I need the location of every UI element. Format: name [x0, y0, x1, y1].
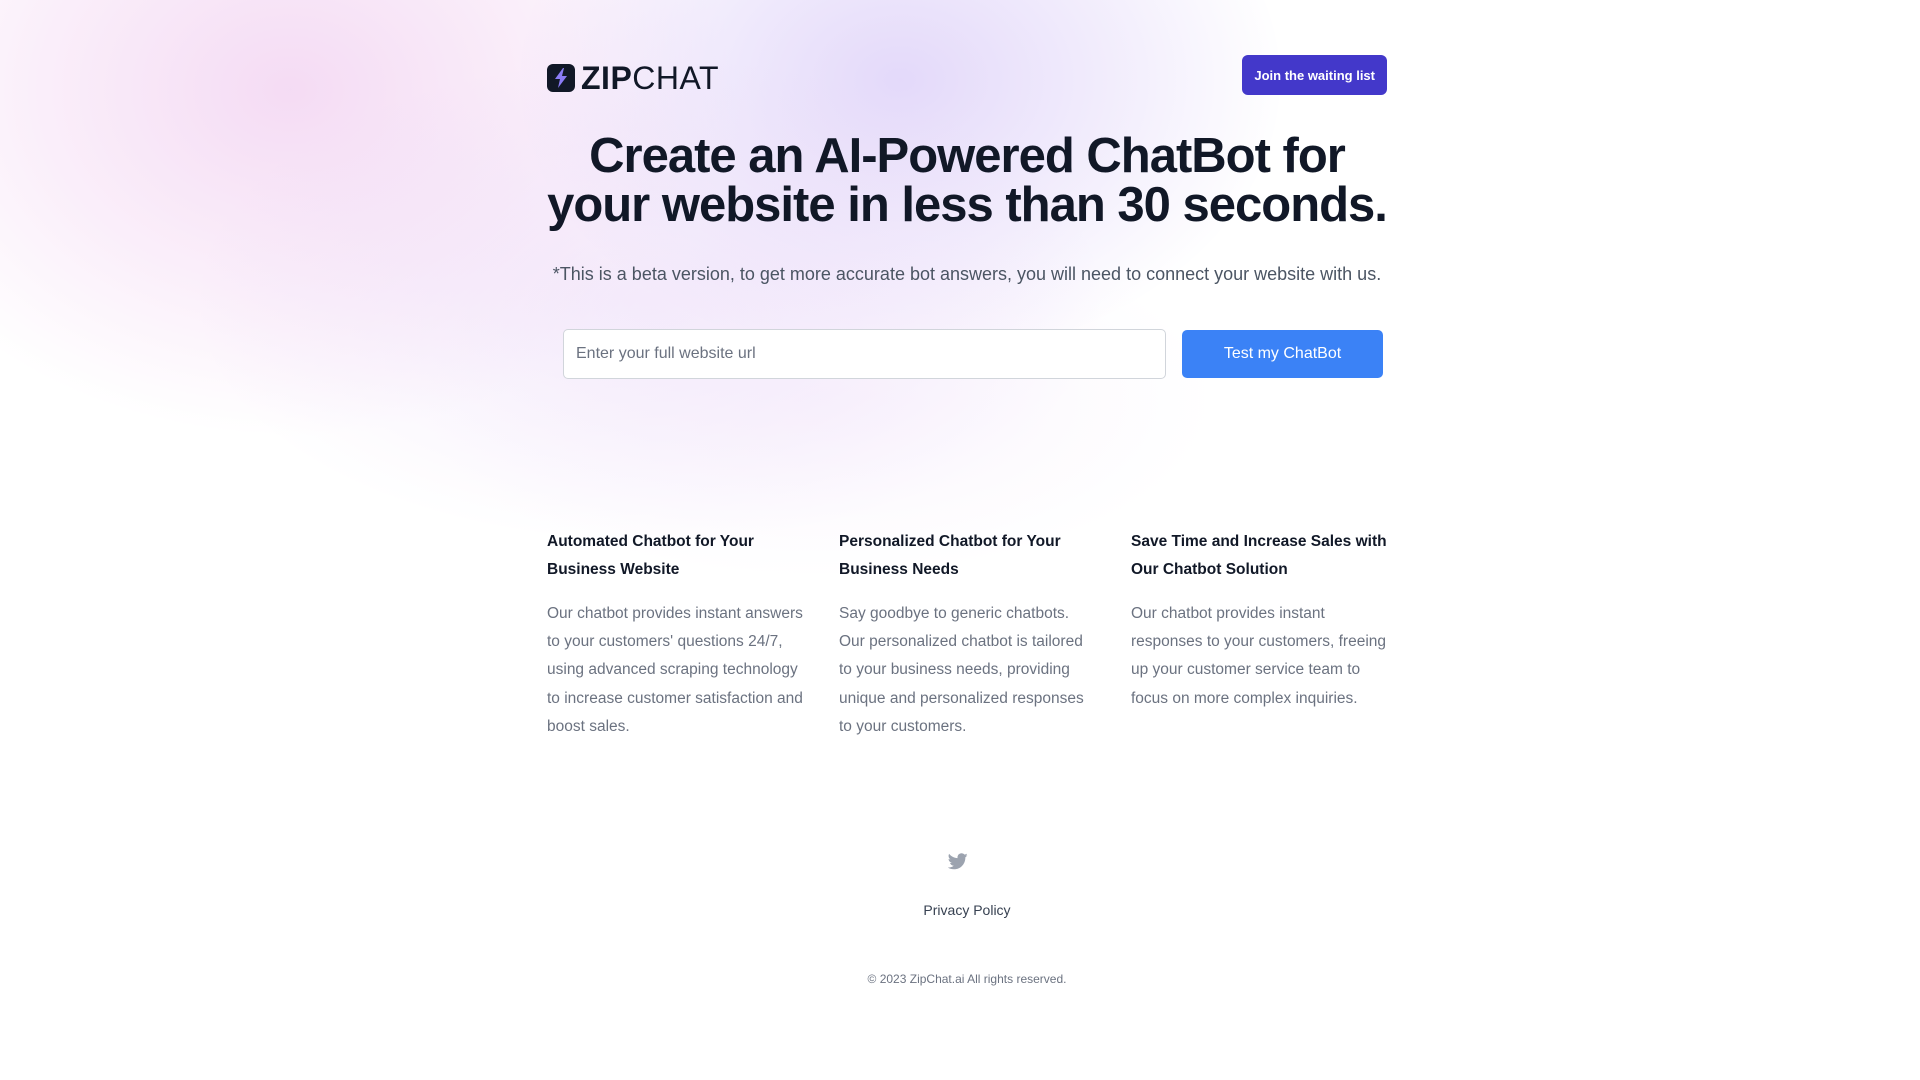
lightning-bolt-icon — [547, 64, 575, 92]
feature-title: Personalized Chatbot for Your Business N… — [839, 533, 1061, 578]
test-chatbot-button[interactable]: Test my ChatBot — [1182, 330, 1383, 378]
logo-wordmark: ZIPCHAT — [581, 60, 720, 96]
features-section: Automated Chatbot for Your Business Webs… — [547, 528, 1387, 741]
join-waiting-list-button[interactable]: Join the waiting list — [1242, 55, 1387, 95]
privacy-policy-link[interactable]: Privacy Policy — [547, 900, 1387, 920]
feature-automated-chatbot: Automated Chatbot for Your Business Webs… — [547, 528, 803, 741]
feature-save-time: Save Time and Increase Sales with Our Ch… — [1131, 528, 1387, 741]
feature-title: Automated Chatbot for Your Business Webs… — [547, 533, 754, 578]
site-header: ZIPCHAT Join the waiting list — [547, 55, 1387, 97]
page: ZIPCHAT Join the waiting list Create an … — [0, 0, 1920, 1080]
twitter-icon[interactable] — [947, 851, 969, 871]
website-url-input[interactable] — [563, 329, 1166, 379]
feature-description: Our chatbot provides instant answers to … — [547, 605, 803, 735]
zipchat-logo[interactable]: ZIPCHAT — [547, 60, 720, 96]
hero-subtitle: *This is a beta version, to get more acc… — [552, 264, 1382, 284]
logo-text-chat: CHAT — [632, 60, 720, 96]
website-url-form: Test my ChatBot — [563, 329, 1387, 379]
main-container: ZIPCHAT Join the waiting list Create an … — [547, 0, 1388, 1080]
feature-personalized-chatbot: Personalized Chatbot for Your Business N… — [839, 528, 1095, 741]
feature-description: Our chatbot provides instant responses t… — [1131, 605, 1387, 707]
logo-text-zip: ZIP — [581, 60, 633, 96]
hero-title: Create an AI-Powered ChatBot for your we… — [547, 129, 1388, 232]
feature-description: Say goodbye to generic chatbots. Our per… — [839, 605, 1084, 735]
copyright-text: © 2023 ZipChat.ai All rights reserved. — [867, 972, 1067, 986]
feature-title: Save Time and Increase Sales with Our Ch… — [1131, 533, 1387, 578]
